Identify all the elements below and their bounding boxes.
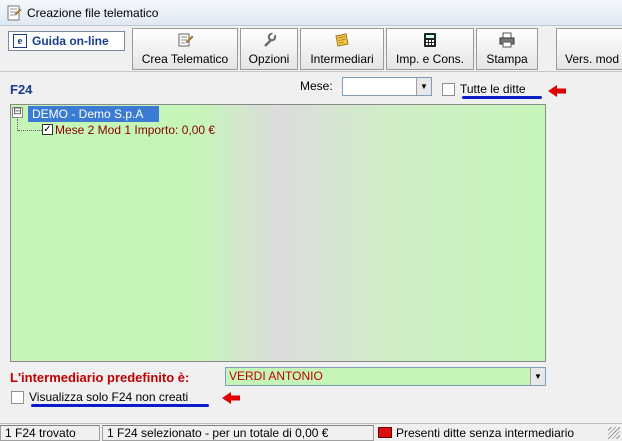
resize-grip[interactable] [608,427,620,439]
vers-mod-label: Vers. mod [565,52,620,66]
stampa-button[interactable]: Stampa [476,28,538,70]
opzioni-button[interactable]: Opzioni [240,28,298,70]
help-online-label: Guida on-line [32,34,109,48]
warning-flag-icon [378,427,392,438]
tutte-ditte-checkbox[interactable] [442,83,455,96]
annotation-arrow-icon [222,392,240,404]
help-e-icon: e [13,34,27,48]
status-missing-intermediario: Presenti ditte senza intermediario [396,425,575,440]
toolbar: e Guida on-line Crea Telematico Opzioni … [0,26,622,72]
f24-tree-view[interactable]: ⊟ DEMO - Demo S.p.A ✓ Mese 2 Mod 1 Impor… [10,104,546,362]
wrench-icon [260,32,278,48]
help-online-button[interactable]: e Guida on-line [8,31,125,51]
status-found-count: 1 F24 trovato [0,424,100,441]
f24-section-label: F24 [10,82,33,97]
annotation-underline-visualizza [31,404,209,407]
intermediario-label: L'intermediario predefinito è: [10,370,190,385]
tree-child-checkbox[interactable]: ✓ [42,124,53,135]
app-document-icon [7,5,22,20]
intermediari-button[interactable]: Intermediari [300,28,384,70]
mese-dropdown[interactable]: ▼ [342,77,432,96]
vers-mod-button[interactable]: Vers. mod [556,28,622,70]
crea-telematico-label: Crea Telematico [141,52,229,66]
status-bar: 1 F24 trovato 1 F24 selezionato - per un… [0,423,622,441]
intermediario-value: VERDI ANTONIO [229,369,323,383]
printer-icon [498,32,516,48]
window-title: Creazione file telematico [27,5,159,20]
intermediario-dropdown[interactable]: VERDI ANTONIO ▼ [225,367,546,386]
title-bar: Creazione file telematico [0,0,622,26]
chevron-down-icon[interactable]: ▼ [416,78,431,95]
create-file-icon [176,32,194,48]
notes-icon [333,32,351,48]
collapse-icon[interactable]: ⊟ [12,107,23,118]
annotation-arrow-icon [548,85,566,97]
tree-child-node[interactable]: Mese 2 Mod 1 Importo: 0,00 € [55,123,215,137]
annotation-underline-tutte [462,96,542,99]
mese-label: Mese: [300,79,333,93]
status-selected-total: 1 F24 selezionato - per un totale di 0,0… [102,424,374,441]
intermediari-label: Intermediari [310,52,374,66]
tree-root-node[interactable]: DEMO - Demo S.p.A [28,106,159,122]
imp-cons-label: Imp. e Cons. [395,52,465,66]
opzioni-label: Opzioni [248,52,290,66]
visualizza-non-creati-checkbox[interactable] [11,391,24,404]
tutte-ditte-label[interactable]: Tutte le ditte [460,82,526,96]
chevron-down-icon[interactable]: ▼ [530,368,545,385]
imp-cons-button[interactable]: Imp. e Cons. [386,28,474,70]
crea-telematico-button[interactable]: Crea Telematico [132,28,238,70]
calculator-icon [421,32,439,48]
stampa-label: Stampa [486,52,528,66]
tree-connector [18,130,42,131]
visualizza-non-creati-label[interactable]: Visualizza solo F24 non creati [29,390,188,404]
